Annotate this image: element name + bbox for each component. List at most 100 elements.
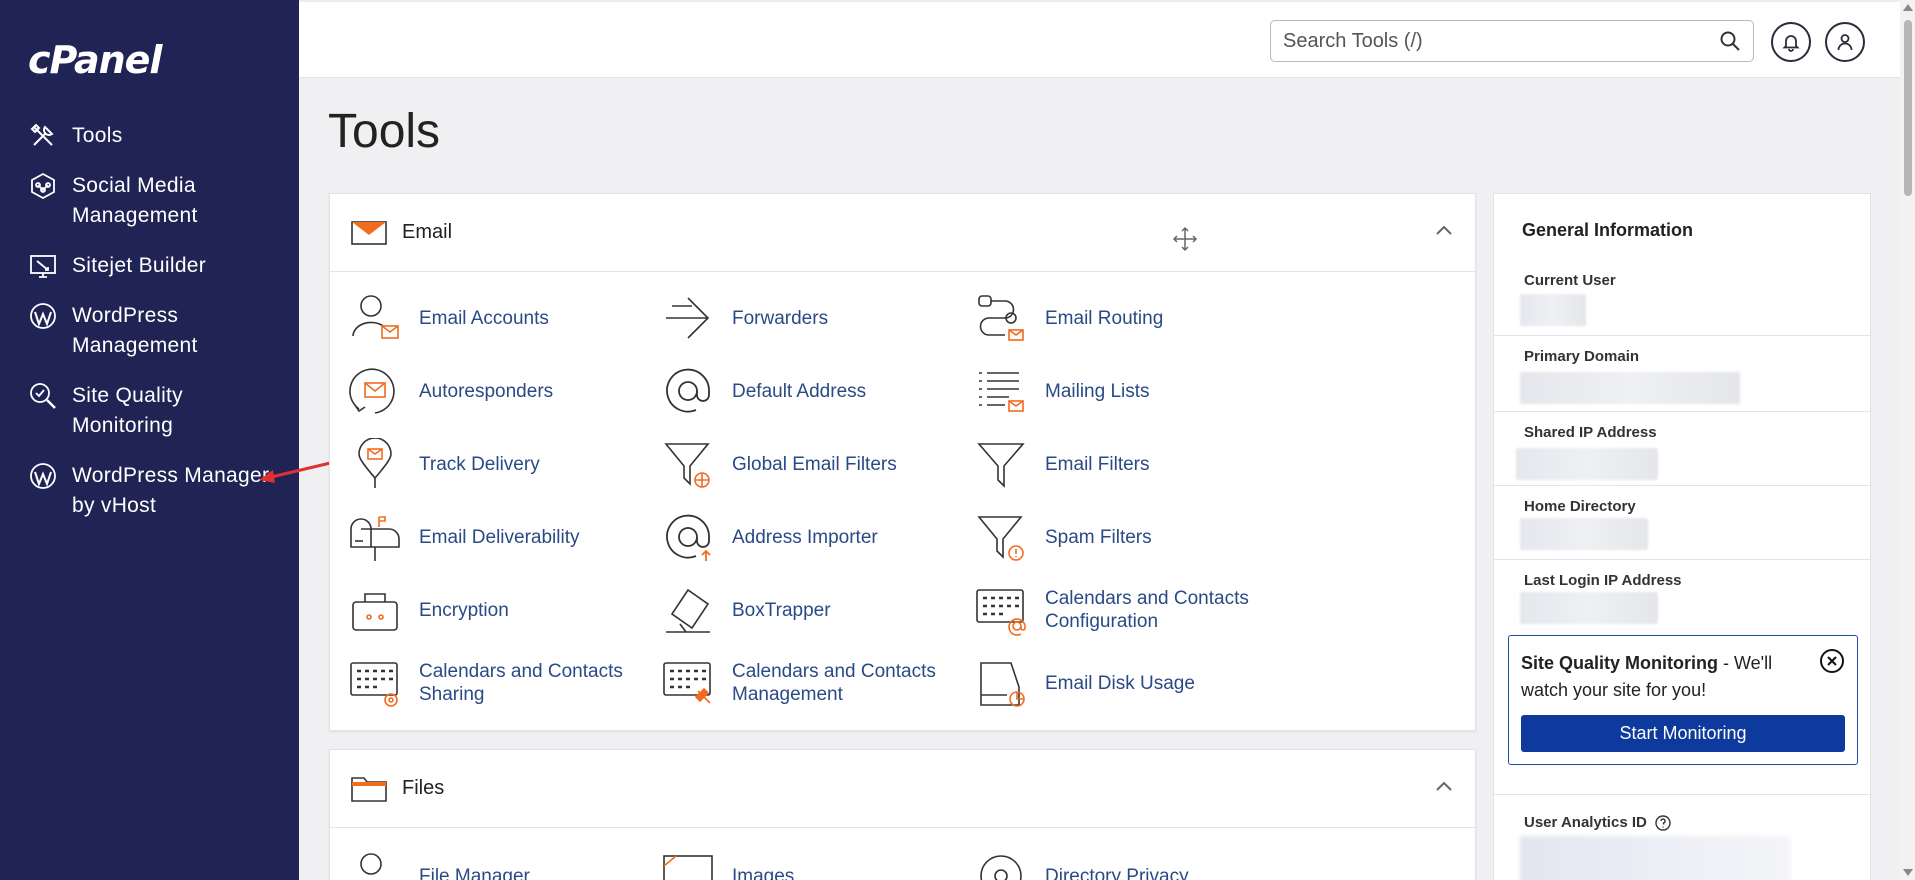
tool-default-address[interactable]: Default Address [662, 365, 972, 417]
autoresponders-icon [349, 368, 395, 414]
redacted-value [1520, 294, 1586, 326]
tool-label: Autoresponders [419, 380, 554, 402]
files-panel-title: Files [402, 777, 445, 799]
tool-calendars-config[interactable]: Calendars and Contacts Configuration [975, 584, 1285, 636]
site-quality-monitoring-card: Site Quality Monitoring - We'll watch yo… [1508, 635, 1858, 765]
sidebar-item-wordpress[interactable]: WordPress Management [28, 301, 272, 361]
calendar-management-icon [663, 662, 711, 704]
tool-calendars-sharing[interactable]: Calendars and Contacts Sharing [349, 657, 659, 709]
email-panel-title: Email [402, 221, 453, 243]
user-analytics-text: User Analytics ID [1524, 814, 1647, 831]
info-row-last-login-ip: Last Login IP Address [1494, 560, 1870, 634]
redacted-value [1520, 518, 1648, 550]
info-label: Current User [1524, 272, 1616, 289]
mailbox-icon [350, 516, 400, 561]
directory-privacy-icon [980, 855, 1022, 880]
scroll-up-arrow-icon[interactable] [1903, 4, 1913, 11]
sidebar-item-wordpress-vhost[interactable]: WordPress Manager by vHost [28, 461, 272, 521]
start-monitoring-button[interactable]: Start Monitoring [1521, 715, 1845, 752]
tool-global-email-filters[interactable]: Global Email Filters [662, 438, 972, 490]
tool-directory-privacy[interactable]: Directory Privacy [975, 850, 1285, 880]
chevron-up-icon[interactable] [1435, 780, 1453, 792]
sqm-title: Site Quality Monitoring [1521, 653, 1718, 673]
images-icon [663, 855, 713, 880]
tool-label: File Manager [419, 865, 530, 880]
user-icon [1837, 34, 1853, 51]
chevron-up-icon[interactable] [1435, 224, 1453, 236]
tool-track-delivery[interactable]: Track Delivery [349, 438, 659, 490]
tool-label: Email Accounts [419, 307, 549, 329]
tool-autoresponders[interactable]: Autoresponders [349, 365, 659, 417]
tool-spam-filters[interactable]: Spam Filters [975, 511, 1285, 563]
info-label: Primary Domain [1524, 348, 1640, 365]
wordpress-icon [28, 301, 58, 331]
tool-email-filters[interactable]: Email Filters [975, 438, 1285, 490]
search-input[interactable] [1283, 29, 1719, 53]
sitejet-icon [28, 251, 58, 281]
tool-encryption[interactable]: Encryption [349, 584, 659, 636]
bell-icon [1782, 35, 1800, 52]
close-icon[interactable] [1819, 648, 1845, 674]
tool-mailing-lists[interactable]: Mailing Lists [975, 365, 1285, 417]
page-title: Tools [328, 105, 441, 158]
default-address-icon [666, 368, 710, 413]
tool-images[interactable]: Images [662, 850, 972, 880]
tool-label: Spam Filters [1045, 526, 1152, 548]
tool-boxtrapper[interactable]: BoxTrapper [662, 584, 972, 636]
tool-calendars-management[interactable]: Calendars and Contacts Management [662, 657, 972, 709]
email-panel-header[interactable]: Email [330, 194, 1475, 272]
tool-address-importer[interactable]: Address Importer [662, 511, 972, 563]
user-menu-button[interactable] [1825, 22, 1865, 62]
scroll-down-arrow-icon[interactable] [1903, 869, 1913, 876]
boxtrapper-icon [666, 588, 710, 633]
tool-label: Track Delivery [419, 453, 540, 475]
tool-label: Calendars and Contacts Configuration [1045, 588, 1249, 632]
cpanel-logo[interactable]: cPanel [28, 38, 162, 82]
info-row-home-directory: Home Directory [1494, 486, 1870, 560]
tool-file-manager[interactable]: File Manager [349, 850, 659, 880]
tool-label: Email Filters [1045, 453, 1150, 475]
tool-label: Mailing Lists [1045, 380, 1150, 402]
sidebar-item-label: Social Media Management [72, 174, 198, 227]
tool-email-routing[interactable]: Email Routing [975, 292, 1285, 344]
info-row-shared-ip: Shared IP Address [1494, 412, 1870, 486]
tool-label: Forwarders [732, 307, 829, 329]
info-label: Home Directory [1524, 498, 1636, 515]
search-box[interactable] [1270, 20, 1754, 62]
sidebar-item-sitejet[interactable]: Sitejet Builder [28, 251, 272, 281]
sidebar-item-tools[interactable]: Tools [28, 121, 272, 151]
tool-email-deliverability[interactable]: Email Deliverability [349, 511, 659, 563]
wordpress-icon [28, 461, 58, 491]
general-information-title: General Information [1522, 220, 1694, 240]
scroll-thumb[interactable] [1904, 20, 1912, 196]
redacted-value [1520, 592, 1658, 624]
sidebar: cPanel Tools Social Media Management Sit… [0, 0, 299, 880]
tool-label: Email Deliverability [419, 526, 580, 548]
general-information-panel: General Information Current User Primary… [1493, 193, 1871, 880]
notifications-button[interactable] [1771, 22, 1811, 62]
page-scrollbar[interactable] [1900, 0, 1915, 880]
move-cursor-icon [1172, 226, 1198, 252]
sqm-message: Site Quality Monitoring - We'll watch yo… [1521, 650, 1811, 704]
files-panel-header[interactable]: Files [330, 750, 1475, 828]
redacted-value [1516, 448, 1658, 480]
search-icon[interactable] [1719, 30, 1741, 52]
user-analytics-label: User Analytics ID [1524, 814, 1671, 831]
sidebar-item-site-quality[interactable]: Site Quality Monitoring [28, 381, 272, 441]
tool-email-disk-usage[interactable]: Email Disk Usage [975, 657, 1285, 709]
topbar [299, 0, 1915, 78]
help-icon[interactable] [1655, 814, 1671, 831]
social-media-icon [28, 171, 58, 201]
redacted-value [1520, 372, 1740, 404]
tool-forwarders[interactable]: Forwarders [662, 292, 972, 344]
spam-filters-icon [977, 516, 1024, 561]
calendar-sharing-icon [350, 662, 398, 707]
tool-email-accounts[interactable]: Email Accounts [349, 292, 659, 344]
sidebar-item-social-media[interactable]: Social Media Management [28, 171, 272, 231]
info-row-primary-domain: Primary Domain [1494, 336, 1870, 412]
tools-icon [28, 121, 58, 151]
info-label: Shared IP Address [1524, 424, 1657, 441]
email-filters-icon [977, 443, 1025, 488]
encryption-icon [352, 593, 398, 631]
tool-label: Calendars and Contacts Management [732, 661, 936, 705]
